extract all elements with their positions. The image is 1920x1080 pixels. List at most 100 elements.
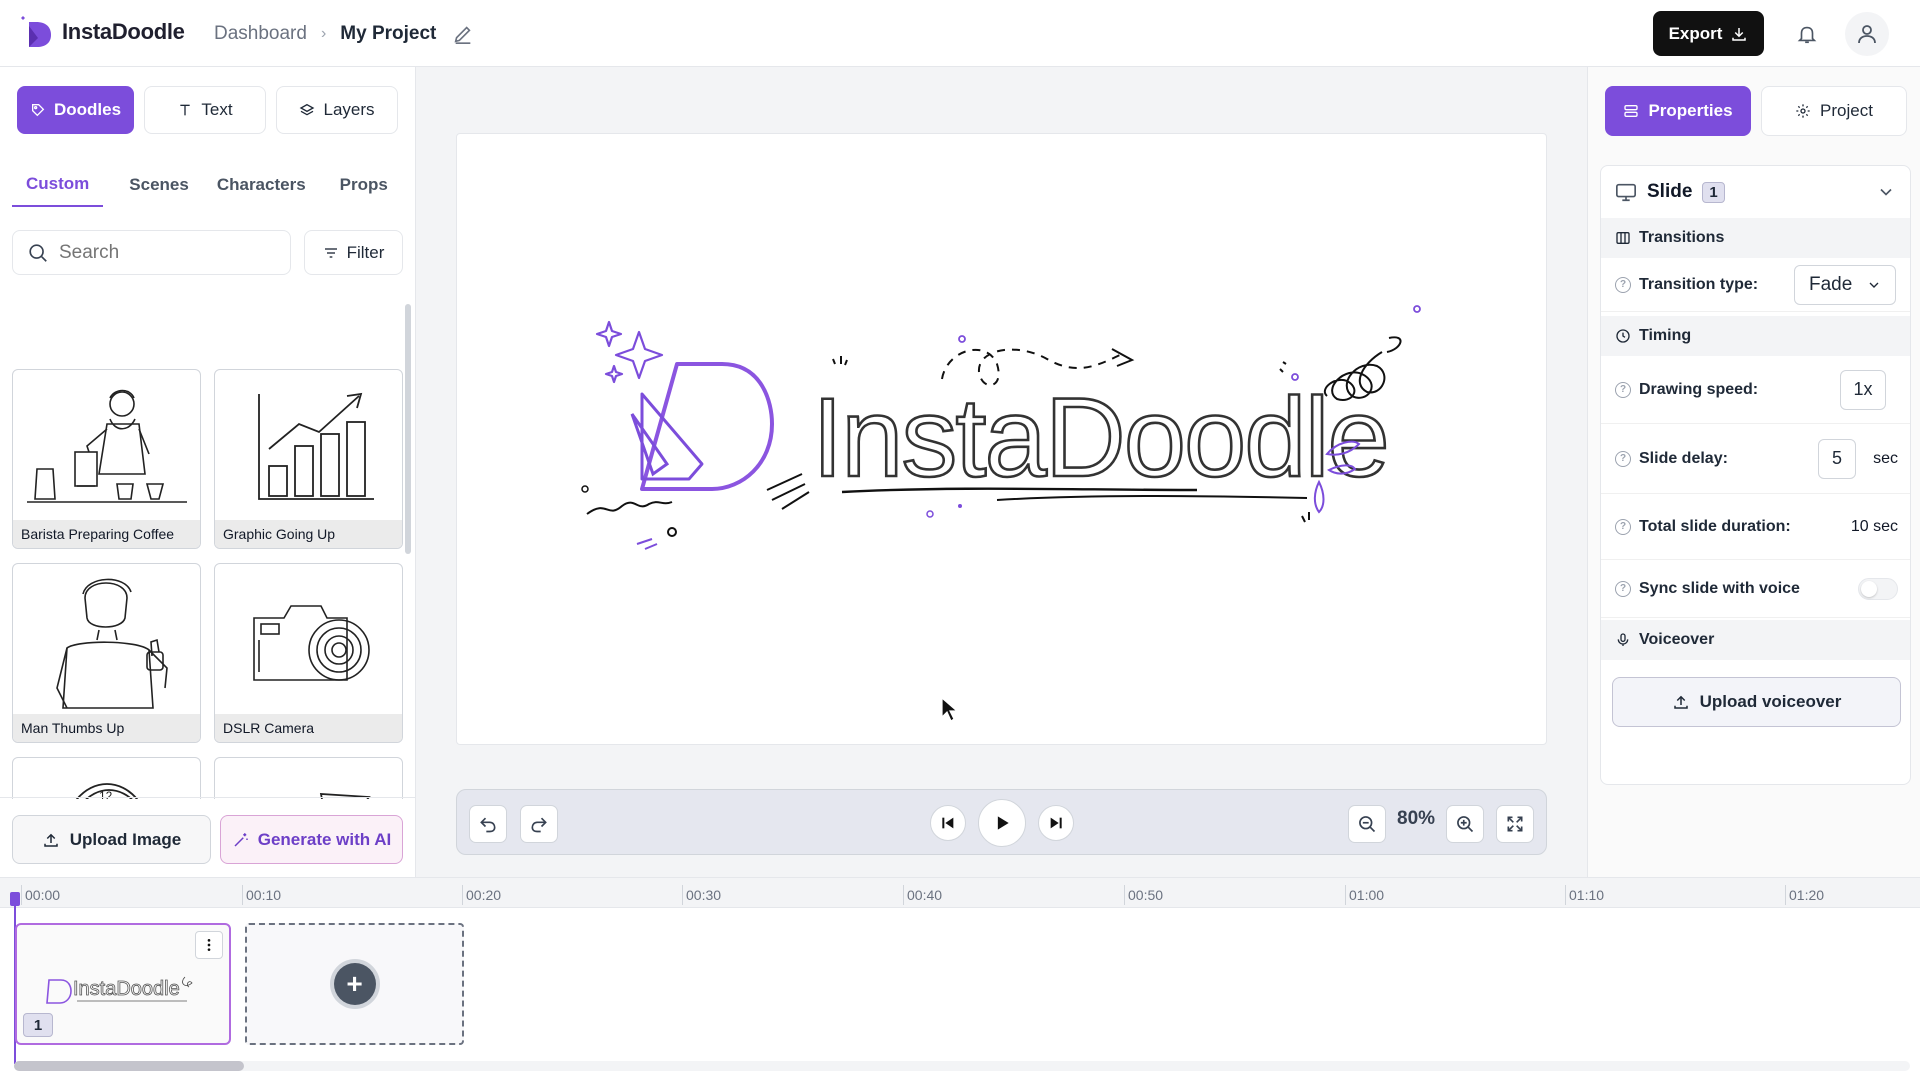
skip-back-icon (942, 817, 954, 829)
doodle-card-barista[interactable]: Barista Preparing Coffee (12, 369, 201, 549)
tab-layers[interactable]: Layers (276, 86, 398, 134)
brand-name: InstaDoodle (62, 19, 185, 44)
transition-type-row: ? Transition type: Fade (1601, 258, 1910, 312)
export-button[interactable]: Export (1653, 11, 1764, 56)
zoom-in-button[interactable] (1446, 805, 1484, 843)
man-thumbs-up-illustration (13, 564, 200, 716)
generate-with-ai-label: Generate with AI (257, 829, 392, 849)
transition-type-label: Transition type: (1639, 275, 1759, 293)
redo-button[interactable] (520, 805, 558, 843)
chevron-down-icon (1869, 282, 1879, 288)
slide-delay-input[interactable]: 5 (1818, 438, 1856, 479)
sync-voice-label: Sync slide with voice (1639, 579, 1800, 597)
category-tab-custom[interactable]: Custom (12, 163, 104, 207)
doodle-card-arrow[interactable] (214, 757, 403, 799)
help-icon[interactable]: ? (1615, 518, 1631, 535)
curved-arrow-illustration (215, 758, 402, 799)
help-icon[interactable]: ? (1615, 580, 1631, 597)
tab-properties-label: Properties (1648, 101, 1733, 120)
tab-text-label: Text (201, 100, 233, 119)
skip-forward-button[interactable] (1038, 805, 1074, 841)
brand[interactable]: InstaDoodle (18, 14, 185, 50)
transition-type-value: Fade (1809, 273, 1853, 295)
tab-doodles[interactable]: Doodles (17, 86, 134, 134)
chart-going-up-illustration (215, 370, 402, 522)
timing-section-header: Timing (1601, 316, 1910, 356)
slide-more-button[interactable] (195, 931, 223, 959)
timeline-scrollbar[interactable] (14, 1061, 1910, 1071)
upload-voiceover-button[interactable]: Upload voiceover (1612, 677, 1901, 727)
voiceover-heading: Voiceover (1639, 631, 1715, 648)
chevron-right-icon: › (320, 24, 327, 42)
properties-panel: Properties Project Slide 1 Transitions ?… (1587, 67, 1920, 877)
zoom-out-button[interactable] (1348, 805, 1386, 843)
category-tab-props[interactable]: Props (326, 163, 402, 207)
sliders-icon (1624, 105, 1639, 117)
play-button[interactable] (978, 799, 1026, 847)
redo-icon (531, 817, 547, 833)
help-icon[interactable]: ? (1615, 381, 1631, 398)
top-header: InstaDoodle Dashboard › My Project Expor… (0, 0, 1920, 67)
timeline-tick: 01:00 (1344, 885, 1385, 905)
pencil-icon (454, 25, 471, 44)
generate-with-ai-button[interactable]: Generate with AI (220, 815, 403, 864)
drawing-speed-input[interactable]: 1x (1840, 369, 1886, 410)
timeline-tick: 00:20 (461, 885, 502, 905)
user-avatar[interactable] (1845, 12, 1889, 56)
doodle-grid: Barista Preparing Coffee Graphic Going U… (0, 299, 410, 799)
filter-label: Filter (346, 242, 385, 262)
help-icon[interactable]: ? (1615, 450, 1631, 467)
edit-project-name-button[interactable] (452, 23, 474, 45)
clock-illustration: 12 9 3 (13, 758, 200, 799)
sync-voice-toggle[interactable] (1858, 577, 1898, 600)
timeline-tick: 01:10 (1564, 885, 1605, 905)
category-tabs: Custom Scenes Characters Props (12, 163, 404, 207)
upload-image-label: Upload Image (69, 829, 182, 849)
filter-button[interactable]: Filter (304, 230, 403, 275)
breadcrumb-dashboard-link[interactable]: Dashboard (214, 23, 307, 45)
slide-delay-row: ? Slide delay: 5 sec (1601, 424, 1910, 494)
skip-back-button[interactable] (930, 805, 966, 841)
category-tab-scenes[interactable]: Scenes (115, 163, 203, 207)
transition-type-select[interactable]: Fade (1794, 264, 1896, 305)
drawing-speed-label: Drawing speed: (1639, 380, 1759, 398)
slide-header[interactable]: Slide 1 (1601, 166, 1910, 218)
zoom-level: 80% (1397, 808, 1436, 829)
doodle-caption: Graphic Going Up (215, 520, 402, 548)
slide-canvas[interactable]: InstaDoodle (456, 133, 1547, 745)
doodle-card-graphic-going-up[interactable]: Graphic Going Up (214, 369, 403, 549)
columns-icon (1616, 232, 1630, 244)
category-tab-characters[interactable]: Characters (203, 163, 320, 207)
panel-scrollbar[interactable] (405, 304, 411, 554)
chevron-down-icon[interactable] (1876, 182, 1896, 202)
add-slide-button[interactable]: + (245, 923, 464, 1045)
notifications-button[interactable] (1790, 17, 1824, 51)
timeline-scrollbar-thumb[interactable] (14, 1061, 244, 1071)
tab-properties[interactable]: Properties (1605, 86, 1751, 136)
text-icon (180, 104, 191, 116)
doodle-card-man-thumbs-up[interactable]: Man Thumbs Up (12, 563, 201, 743)
tab-project[interactable]: Project (1761, 86, 1907, 136)
doodle-card-dslr-camera[interactable]: DSLR Camera (214, 563, 403, 743)
sync-voice-row: ? Sync slide with voice (1601, 560, 1910, 618)
tab-text[interactable]: Text (144, 86, 266, 134)
play-icon (997, 816, 1009, 830)
doodle-card-clock[interactable]: 12 9 3 (12, 757, 201, 799)
undo-icon (480, 817, 496, 833)
help-icon[interactable]: ? (1615, 276, 1631, 293)
download-icon (1732, 27, 1747, 41)
undo-button[interactable] (469, 805, 507, 843)
timeline-tick: 00:30 (681, 885, 722, 905)
voiceover-section-header: Voiceover (1601, 620, 1910, 660)
breadcrumb: Dashboard › My Project (214, 0, 474, 67)
fullscreen-button[interactable] (1496, 805, 1534, 843)
timeline-slide-1[interactable]: InstaDoodle 1 (15, 923, 231, 1045)
slide-title: Slide (1647, 181, 1693, 202)
upload-image-button[interactable]: Upload Image (12, 815, 211, 864)
timeline-ruler[interactable]: 00:00 00:10 00:20 00:30 00:40 00:50 01:0… (0, 878, 1920, 908)
search-input[interactable] (59, 241, 259, 264)
timeline: 00:00 00:10 00:20 00:30 00:40 00:50 01:0… (0, 877, 1920, 1080)
timeline-tick: 00:10 (241, 885, 282, 905)
filter-lines-icon (324, 247, 337, 258)
transitions-section-header: Transitions (1601, 218, 1910, 258)
